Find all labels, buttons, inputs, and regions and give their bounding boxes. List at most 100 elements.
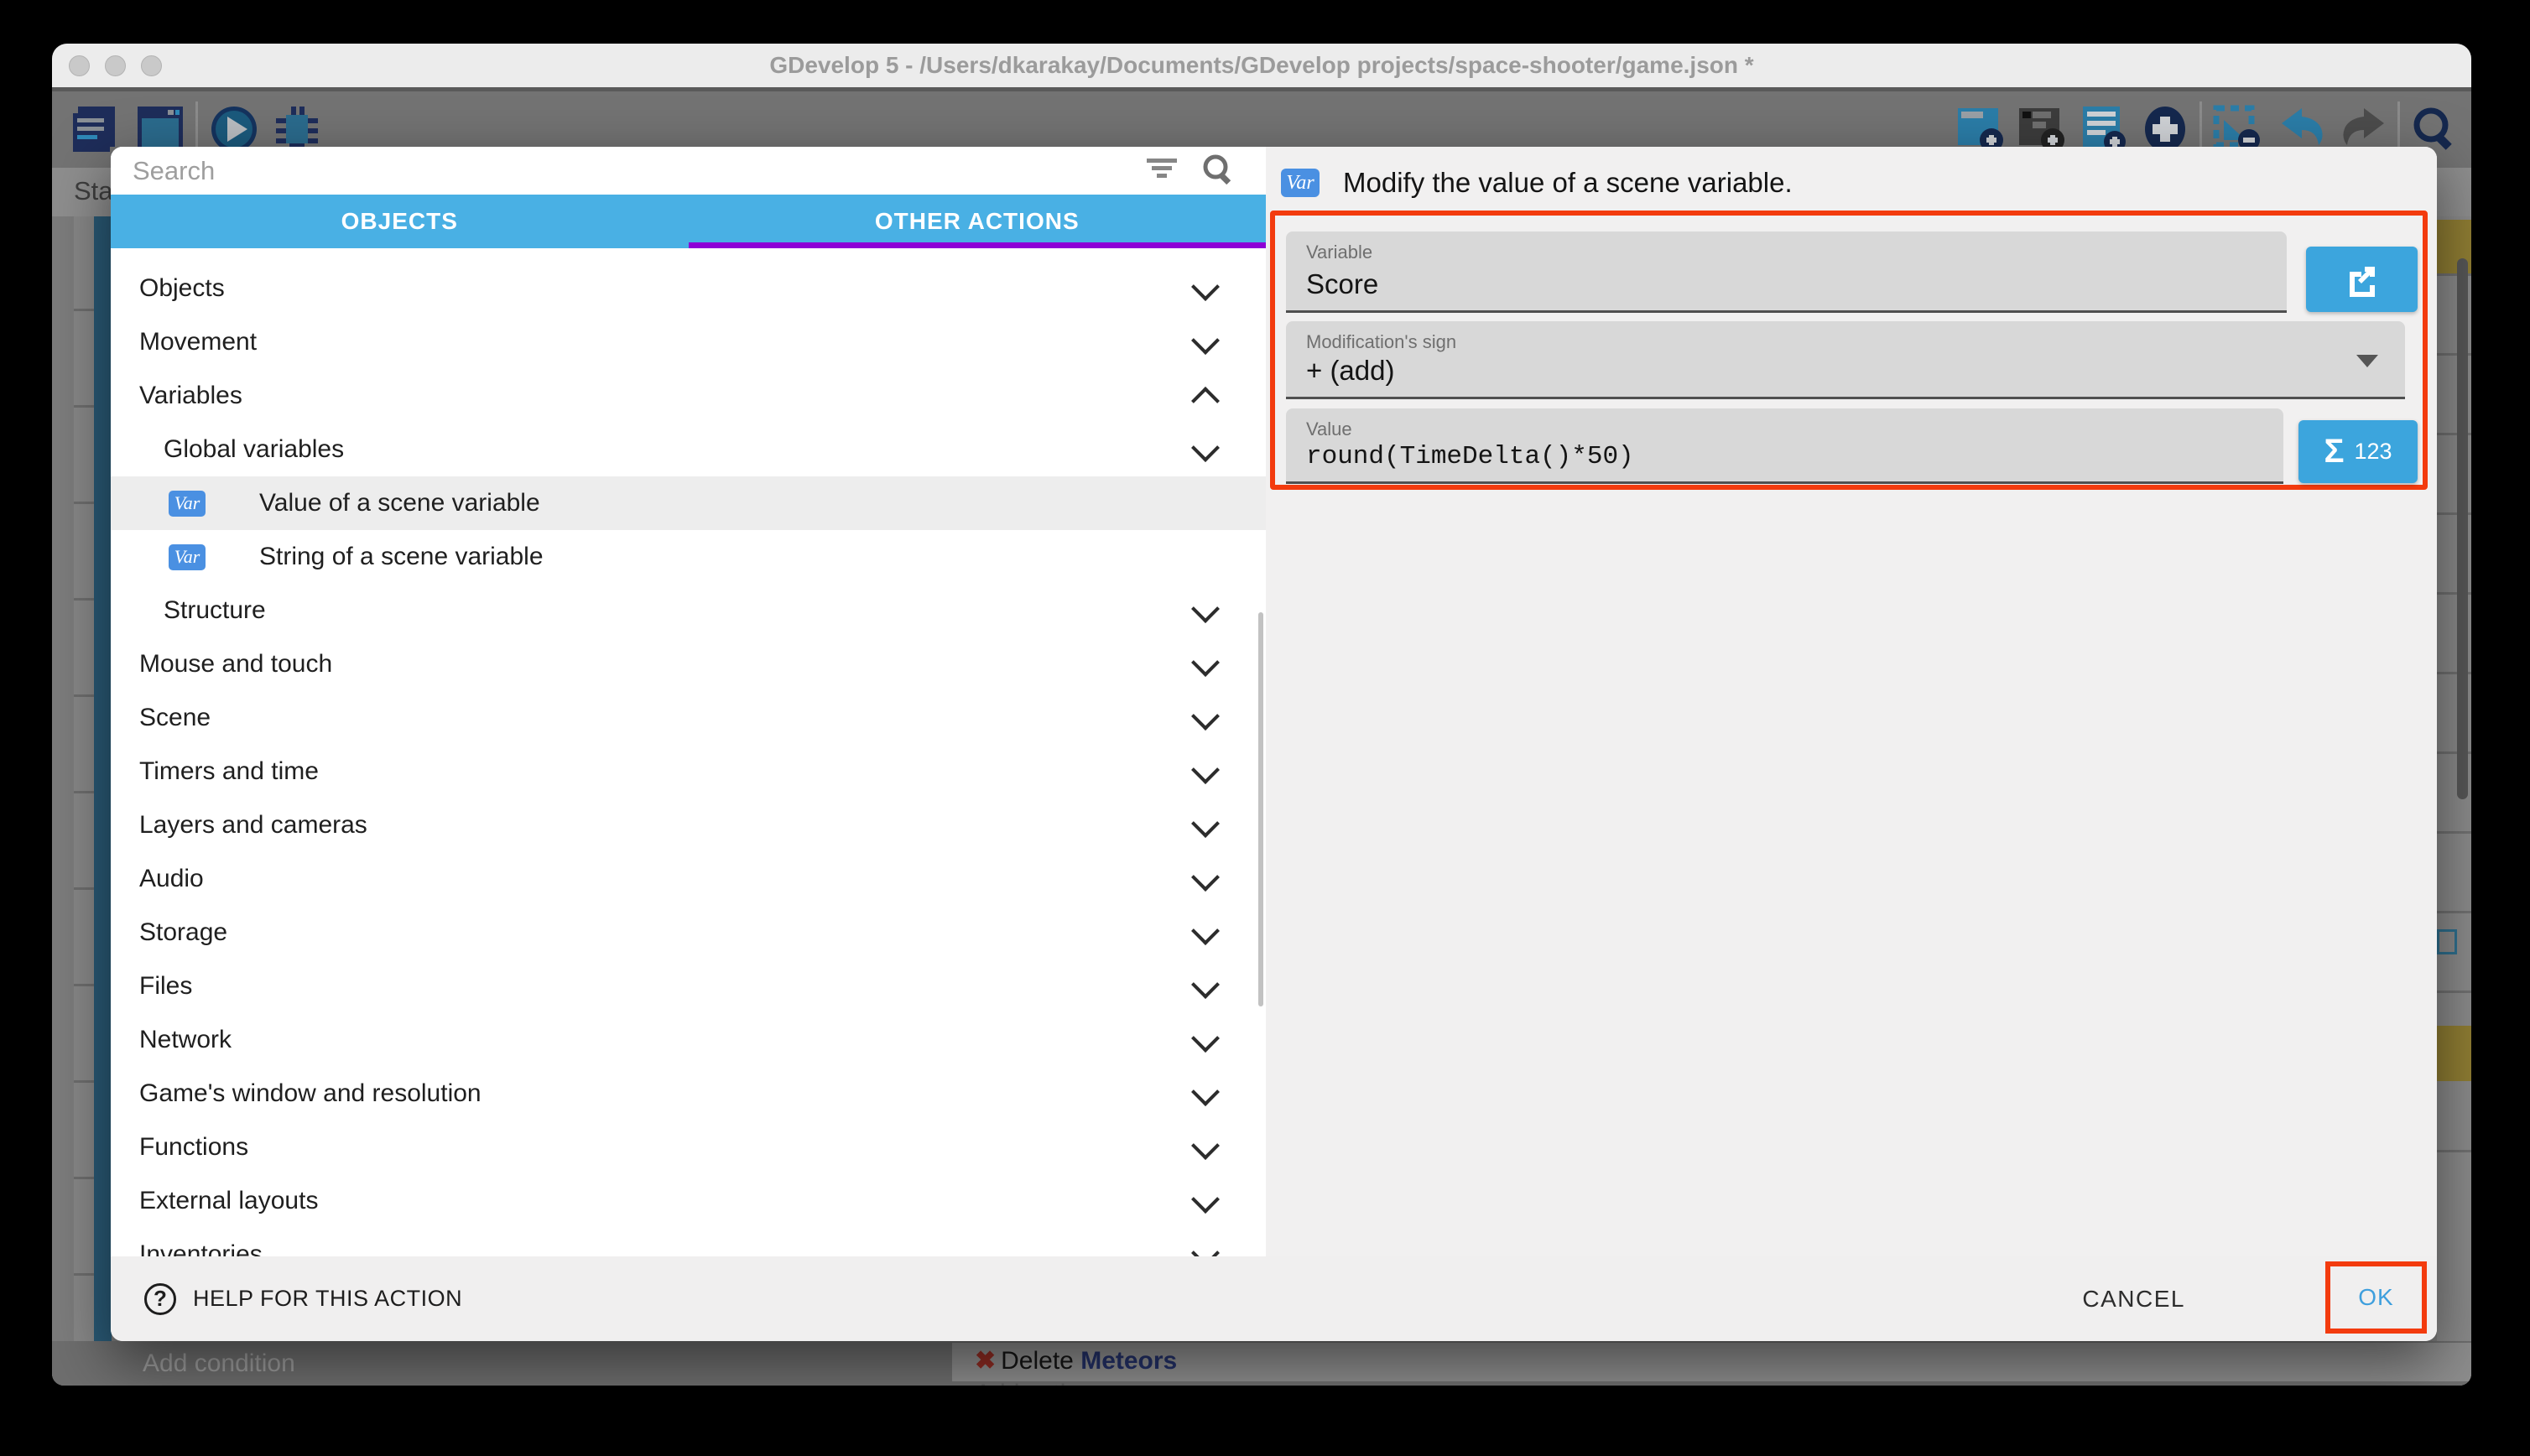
chevron-down-icon (1191, 1024, 1220, 1053)
list-item[interactable]: Audio (111, 852, 1266, 906)
ok-highlight-box: OK (2325, 1261, 2427, 1334)
chevron-down-icon (1191, 1185, 1220, 1214)
search-input[interactable] (131, 150, 1124, 192)
list-item[interactable]: Inventories (111, 1228, 1266, 1256)
tab-objects[interactable]: OBJECTS (111, 195, 689, 248)
chevron-down-icon (1191, 1239, 1220, 1256)
list-item[interactable]: Movement (111, 315, 1266, 369)
list-item[interactable]: Layers and cameras (111, 798, 1266, 852)
add-condition-link[interactable]: Add condition (143, 1349, 295, 1378)
open-in-new-icon (2343, 260, 2382, 299)
list-scrollbar[interactable] (1258, 612, 1263, 1006)
help-button[interactable]: ? HELP FOR THIS ACTION (144, 1256, 462, 1341)
dialog-title: Modify the value of a scene variable. (1343, 167, 1793, 199)
modification-sign-select[interactable]: Modification's sign + (add) (1286, 321, 2405, 399)
chevron-down-icon (1191, 702, 1220, 731)
chevron-down-icon (1191, 917, 1220, 945)
list-item-label: Variables (139, 382, 242, 410)
window-title: GDevelop 5 - /Users/dkarakay/Documents/G… (52, 44, 2471, 87)
variable-icon: Var (1281, 169, 1320, 197)
list-item-label: Objects (139, 274, 225, 303)
list-item[interactable]: Storage (111, 906, 1266, 959)
list-item-label: Mouse and touch (139, 650, 332, 679)
event-rows-bottom: Add condition ✖Delete Meteors Add action (52, 1341, 2471, 1386)
chevron-down-icon (1191, 809, 1220, 838)
event-sheet-right-edge (2437, 216, 2471, 1386)
cancel-button[interactable]: CANCEL (2082, 1256, 2185, 1341)
expression-editor-button[interactable]: Σ 123 (2298, 420, 2418, 483)
ok-button[interactable]: OK (2358, 1284, 2393, 1311)
list-item[interactable]: Scene (111, 691, 1266, 745)
sign-field-label: Modification's sign (1306, 331, 1456, 353)
chevron-down-icon (1191, 756, 1220, 784)
list-item[interactable]: Mouse and touch (111, 637, 1266, 691)
help-icon: ? (144, 1283, 176, 1315)
list-item-label: Storage (139, 918, 227, 947)
list-item[interactable]: Variables (111, 369, 1266, 423)
scene-tab-label[interactable]: Sta (74, 176, 113, 206)
list-item[interactable]: Game's window and resolution (111, 1067, 1266, 1121)
event-cell-highlighted (2437, 1026, 2471, 1081)
digits-label: 123 (2354, 439, 2392, 465)
list-item-label: Global variables (164, 435, 344, 464)
delete-action-text: Delete (1001, 1347, 1080, 1375)
list-item[interactable]: VarString of a scene variable (111, 530, 1266, 584)
list-item-label: External layouts (139, 1187, 318, 1215)
event-sheet-scrollbar[interactable] (2457, 258, 2468, 799)
value-field[interactable]: Value round(TimeDelta()*50) (1286, 408, 2283, 484)
action-editor-dialog: OBJECTS OTHER ACTIONS Objects Movement Var… (111, 147, 2437, 1341)
add-action-link[interactable]: Add action (975, 1380, 1094, 1386)
action-parameters-panel: Var Modify the value of a scene variable… (1266, 147, 2437, 1256)
list-item[interactable]: Files (111, 959, 1266, 1013)
list-item-label: Scene (139, 704, 211, 732)
titlebar: GDevelop 5 - /Users/dkarakay/Documents/G… (52, 44, 2471, 87)
tab-other-actions[interactable]: OTHER ACTIONS (689, 195, 1267, 248)
list-item[interactable]: Functions (111, 1121, 1266, 1174)
list-item[interactable]: Objects (111, 262, 1266, 315)
chevron-down-icon (1191, 595, 1220, 623)
condition-column-edge (94, 216, 112, 1386)
chevron-down-icon (1191, 863, 1220, 892)
list-item-label: Functions (139, 1133, 248, 1162)
chevron-down-icon (1191, 648, 1220, 677)
search-bar (111, 147, 1266, 195)
delete-action-object: Meteors (1080, 1347, 1177, 1375)
list-item-label: Movement (139, 328, 257, 356)
variable-field[interactable]: Variable Score (1286, 231, 2287, 313)
chevron-down-icon (1191, 434, 1220, 462)
variable-field-label: Variable (1306, 242, 1372, 263)
variable-field-value: Score (1306, 268, 1378, 300)
list-item-label: Timers and time (139, 757, 319, 786)
value-field-value: round(TimeDelta()*50) (1306, 442, 1634, 471)
list-item[interactable]: Structure (111, 584, 1266, 637)
open-variables-button[interactable] (2306, 247, 2418, 312)
tab-bar: OBJECTS OTHER ACTIONS (111, 195, 1266, 248)
delete-action-row[interactable]: ✖Delete Meteors (975, 1346, 1177, 1375)
event-gutter (74, 216, 94, 1386)
chevron-down-icon (1191, 1131, 1220, 1160)
app-window: GDevelop 5 - /Users/dkarakay/Documents/G… (52, 44, 2471, 1386)
list-item-label: Structure (164, 596, 266, 625)
list-item-label: Game's window and resolution (139, 1079, 482, 1108)
value-field-label: Value (1306, 419, 1352, 440)
list-item-label: Value of a scene variable (259, 489, 540, 517)
chevron-down-icon (1191, 273, 1220, 301)
instruction-browser: OBJECTS OTHER ACTIONS Objects Movement Var… (111, 147, 1266, 1256)
list-item[interactable]: Timers and time (111, 745, 1266, 798)
variable-icon: Var (169, 491, 206, 517)
sign-field-value: + (add) (1306, 355, 1394, 387)
list-item[interactable]: External layouts (111, 1174, 1266, 1228)
dropdown-caret-icon (2356, 355, 2378, 367)
dialog-footer: ? HELP FOR THIS ACTION CANCEL OK (111, 1256, 2437, 1341)
list-item-label: String of a scene variable (259, 543, 544, 571)
filter-icon[interactable] (1145, 155, 1179, 185)
screen: GDevelop 5 - /Users/dkarakay/Documents/G… (0, 0, 2530, 1456)
chevron-down-icon (1191, 1078, 1220, 1106)
list-item[interactable]: Var Value of a scene variable (111, 476, 1266, 530)
event-action-row (952, 1343, 2471, 1381)
list-item[interactable]: Network (111, 1013, 1266, 1067)
search-icon[interactable] (1200, 152, 1236, 187)
list-item-label: Layers and cameras (139, 811, 367, 840)
list-item[interactable]: Global variables (111, 423, 1266, 476)
sigma-icon: Σ (2324, 433, 2344, 471)
